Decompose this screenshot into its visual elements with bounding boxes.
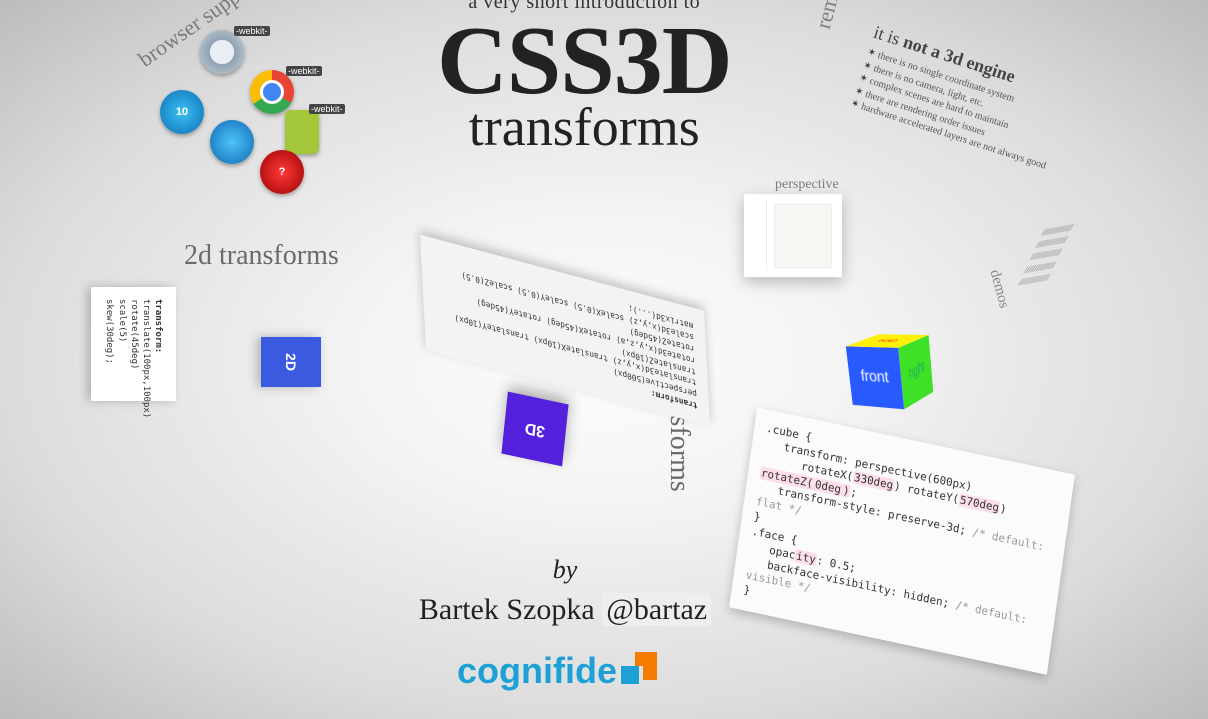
prefix-tag: -webkit- [286, 66, 322, 76]
code-3d[interactable]: transform: perspective(500px) translate3… [420, 234, 710, 426]
tile-3d[interactable]: 3D [501, 392, 568, 467]
code-line: translate(100px,100px) [141, 299, 151, 418]
perspective-label[interactable]: perspective [775, 177, 839, 193]
cube-demo[interactable]: top front right [860, 340, 950, 430]
prefix-tag: -webkit- [234, 26, 270, 36]
logo-word: cognifide [457, 650, 617, 692]
tile-2d[interactable]: 2D [261, 337, 321, 387]
ie-icon: 10 [160, 90, 204, 134]
code-hl: 570deg [958, 493, 1001, 515]
opera-icon: ? [260, 150, 304, 194]
code-comment: /* default: flat */ [755, 495, 1045, 554]
code-line: } [753, 510, 761, 524]
code-line: transform-style: preserve-3d; [777, 485, 967, 538]
perspective-card[interactable] [744, 194, 842, 277]
ie-old-icon [210, 120, 254, 164]
prefix-tag: -webkit- [309, 104, 345, 114]
code-comment: /* default: visible */ [745, 569, 1028, 627]
author-handle[interactable]: @bartaz [602, 593, 711, 626]
byline[interactable]: by Bartek Szopka @bartaz [415, 555, 715, 627]
code-line: .face { [751, 524, 798, 547]
browser-support-icons[interactable]: -webkit- -webkit- -webkit- 10 ? [160, 30, 320, 190]
section-2d-label[interactable]: 2d transforms [184, 240, 339, 272]
logo-mark-icon [621, 652, 657, 692]
opera-question: ? [279, 166, 286, 178]
code-cube[interactable]: .cube { transform: perspective(600px) ro… [729, 407, 1075, 675]
cognifide-logo[interactable]: cognifide [457, 650, 657, 692]
chrome-icon: -webkit- [250, 70, 294, 114]
cube-face-right: right [898, 335, 933, 409]
ie-version-label: 10 [176, 106, 188, 118]
remember-label[interactable]: remember [810, 0, 858, 32]
title-main: CSS3D [437, 12, 732, 110]
code-line: scale(5) [117, 299, 127, 342]
code-2d[interactable]: transform: translate(100px,100px) rotate… [91, 287, 176, 401]
title-sub: transforms [437, 100, 732, 154]
code-line: skew(30deg); [104, 299, 114, 364]
perspective-side-code [750, 200, 767, 270]
byline-author: Bartek Szopka @bartaz [415, 593, 715, 627]
android-icon: -webkit- [285, 110, 319, 154]
code-line: } [743, 583, 751, 597]
byline-by: by [415, 555, 715, 585]
presentation-overview[interactable]: a very short introduction to CSS3D trans… [0, 0, 1208, 719]
safari-icon: -webkit- [200, 30, 244, 74]
demos-links[interactable]: /////////////// /////////////// ////////… [988, 209, 1143, 348]
code-line: rotate(45deg) [129, 299, 139, 369]
code-line: transform: [153, 299, 163, 353]
cube: top front right [863, 340, 949, 431]
author-name: Bartek Szopka [419, 593, 602, 626]
perspective-pane [774, 204, 832, 269]
remember-box[interactable]: it is not a 3d engine there is no single… [849, 22, 1077, 175]
cube-face-front: front [846, 346, 904, 409]
title-block[interactable]: a very short introduction to CSS3D trans… [437, 0, 732, 154]
